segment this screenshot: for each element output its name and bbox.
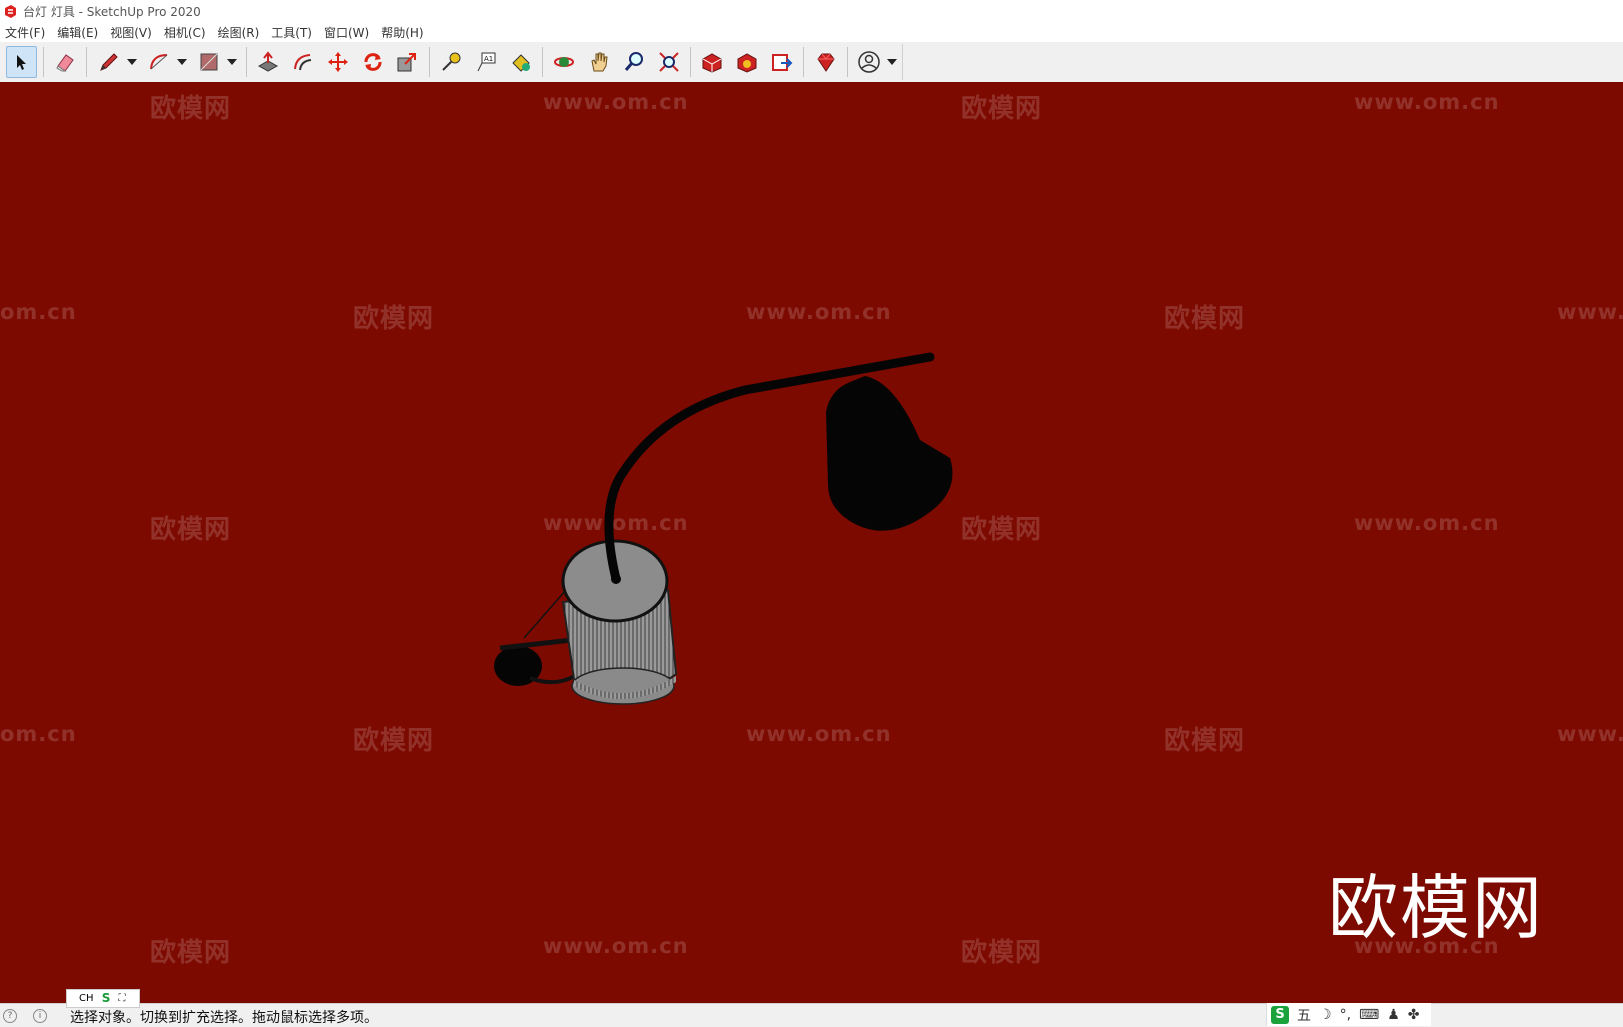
- menu-bar: 文件(F) 编辑(E) 视图(V) 相机(C) 绘图(R) 工具(T) 窗口(W…: [0, 22, 1623, 42]
- rotate-icon: [364, 53, 382, 71]
- pencil-dropdown[interactable]: [126, 47, 138, 77]
- credits-info-icon[interactable]: i: [33, 1009, 47, 1023]
- scale-icon: [397, 53, 417, 72]
- sketchup-logo-icon: [4, 4, 17, 18]
- toolbar-separator: [86, 47, 88, 77]
- brand-watermark-logo: 欧模网: [1328, 867, 1544, 949]
- zoom-tool-button[interactable]: [619, 46, 650, 78]
- zoom-extents-icon: [658, 52, 679, 72]
- ruby-gem-icon: [816, 53, 835, 72]
- toolbar-separator: [542, 47, 544, 77]
- menu-file[interactable]: 文件(F): [0, 24, 52, 41]
- geo-location-icon[interactable]: ?: [3, 1009, 17, 1023]
- ime-tray: S 五 ☽ °, ⌨ ♟ ✤: [1266, 1003, 1431, 1026]
- sogou-ime-icon[interactable]: S: [99, 992, 113, 1005]
- status-message: 选择对象。切换到扩充选择。拖动鼠标选择多项。: [70, 1010, 378, 1026]
- toolbar-separator: [246, 47, 248, 77]
- wubi-mode-toggle[interactable]: 五: [1297, 1005, 1311, 1025]
- arc-icon: [150, 54, 168, 70]
- menu-window[interactable]: 窗口(W): [319, 24, 376, 41]
- push-pull-icon: [258, 51, 279, 72]
- offset-icon: [294, 54, 312, 71]
- sogou-logo-icon[interactable]: S: [1271, 1005, 1289, 1024]
- toolbar-separator: [803, 47, 805, 77]
- push-pull-tool-button[interactable]: [253, 46, 284, 78]
- toolbar-separator: [428, 47, 430, 77]
- text-tool-button[interactable]: A1: [471, 46, 502, 78]
- menu-edit[interactable]: 编辑(E): [52, 24, 105, 41]
- 3d-warehouse-button[interactable]: [697, 46, 728, 78]
- pan-tool-button[interactable]: [584, 46, 615, 78]
- menu-draw[interactable]: 绘图(R): [213, 24, 267, 41]
- menu-view[interactable]: 视图(V): [105, 24, 159, 41]
- window-title: 台灯 灯具 - SketchUp Pro 2020: [23, 4, 201, 19]
- tape-measure-icon: [442, 52, 461, 71]
- extension-warehouse-button[interactable]: [732, 46, 763, 78]
- lamp-shade: [826, 376, 953, 531]
- punctuation-icon[interactable]: °,: [1340, 1007, 1351, 1023]
- lamp-arm-joint: [611, 574, 621, 584]
- shape-dropdown[interactable]: [227, 47, 239, 77]
- shape-tool-button[interactable]: [194, 46, 225, 78]
- lamp-cable: [499, 637, 573, 651]
- extension-manager-button[interactable]: [810, 46, 841, 78]
- large-tool-set: A1: [4, 44, 903, 80]
- text-label-icon: A1: [477, 52, 496, 72]
- arc-tool-button[interactable]: [144, 46, 175, 78]
- half-width-moon-icon[interactable]: ☽: [1319, 1007, 1332, 1023]
- layout-send-icon: [771, 54, 793, 71]
- account-button[interactable]: [854, 46, 885, 78]
- menu-camera[interactable]: 相机(C): [159, 24, 213, 41]
- zoom-extents-tool-button[interactable]: [653, 46, 684, 78]
- rotate-tool-button[interactable]: [357, 46, 388, 78]
- toolbar-separator: [42, 47, 44, 77]
- menu-tools[interactable]: 工具(T): [266, 24, 319, 41]
- soft-keyboard-icon[interactable]: ⌨: [1359, 1007, 1379, 1023]
- move-icon: [327, 52, 348, 72]
- toolbar-separator: [846, 47, 848, 77]
- account-dropdown[interactable]: [887, 47, 899, 77]
- pan-hand-icon: [591, 52, 608, 72]
- extension-warehouse-icon: [737, 53, 757, 73]
- toolbar-separator: [690, 47, 691, 77]
- orbit-icon: [554, 57, 575, 67]
- chevron-down-icon: [227, 59, 238, 65]
- paint-bucket-icon: [511, 54, 530, 72]
- warehouse-icon: [702, 53, 722, 73]
- eraser-icon: [56, 54, 74, 72]
- menu-help[interactable]: 帮助(H): [376, 24, 430, 41]
- svg-text:A1: A1: [484, 55, 493, 63]
- tape-measure-tool-button[interactable]: [436, 46, 467, 78]
- pencil-icon: [99, 53, 118, 71]
- zoom-magnifier-icon: [624, 52, 643, 71]
- model-viewport[interactable]: 欧模网 www.om.cn 欧模网 www.om.cn om.cn 欧模网 ww…: [0, 82, 1623, 1003]
- orbit-tool-button[interactable]: [549, 46, 580, 78]
- title-bar: 台灯 灯具 - SketchUp Pro 2020: [0, 0, 1623, 22]
- scale-tool-button[interactable]: [392, 46, 423, 78]
- select-arrow-icon: [17, 55, 27, 70]
- toolbox-apps-icon[interactable]: ✤: [1408, 1007, 1420, 1023]
- paint-bucket-tool-button[interactable]: [505, 46, 536, 78]
- arc-dropdown[interactable]: [176, 47, 188, 77]
- send-to-layout-button[interactable]: [766, 46, 797, 78]
- offset-tool-button[interactable]: [288, 46, 319, 78]
- pencil-tool-button[interactable]: [93, 46, 124, 78]
- chevron-down-icon: [887, 59, 898, 65]
- ime-language[interactable]: CH: [79, 993, 94, 1004]
- chevron-down-icon: [126, 59, 137, 65]
- user-icon[interactable]: ♟: [1387, 1007, 1400, 1023]
- expand-icon[interactable]: ⛶: [119, 993, 126, 1004]
- select-tool-button[interactable]: [6, 46, 37, 78]
- ime-toolbar[interactable]: CH S ⛶: [66, 989, 140, 1008]
- chevron-down-icon: [177, 59, 188, 65]
- eraser-tool-button[interactable]: [50, 46, 81, 78]
- move-tool-button[interactable]: [323, 46, 354, 78]
- toolbar: A1: [0, 42, 1623, 83]
- rectangle-icon: [200, 53, 218, 71]
- user-account-icon: [858, 51, 880, 73]
